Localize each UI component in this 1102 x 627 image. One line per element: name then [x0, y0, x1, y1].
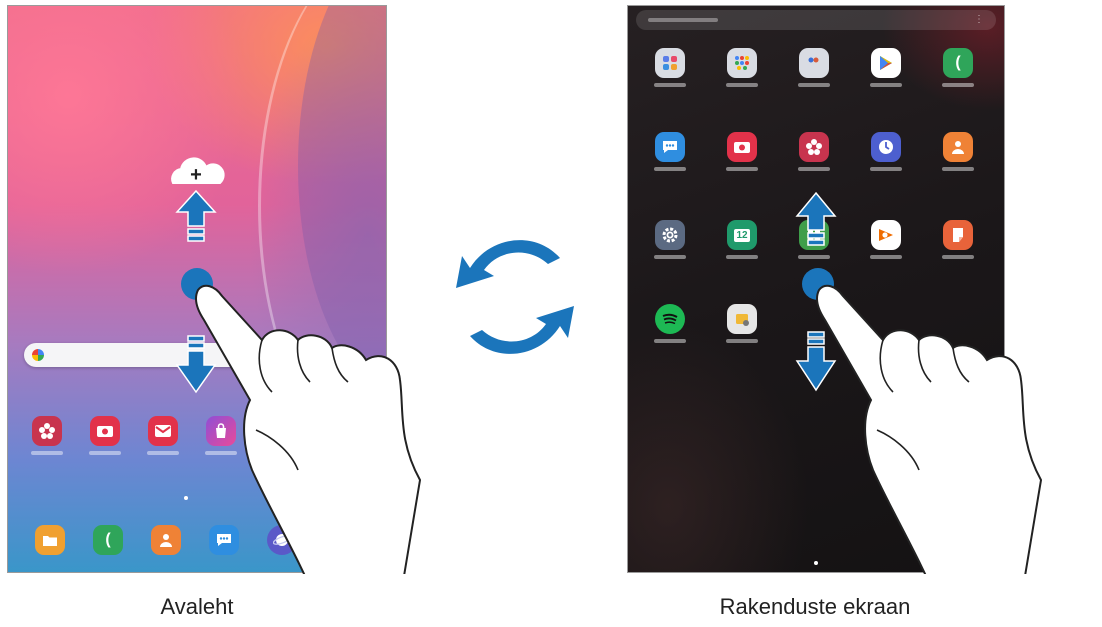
apps-swipe-up-arrow-icon: [795, 191, 837, 246]
swipe-down-arrow-icon: [175, 335, 217, 394]
apps-swipe-down-arrow-icon: [795, 331, 837, 392]
home-screen-caption: Avaleht: [160, 594, 234, 619]
add-to-cloud-icon: +: [171, 157, 225, 186]
swipe-up-arrow-icon: [175, 189, 217, 242]
gesture-overlay: +: [171, 157, 1043, 612]
hand-gesture-icon: [195, 284, 422, 612]
apps-screen-caption: Rakenduste ekraan: [719, 594, 911, 619]
plus-symbol: +: [190, 164, 202, 186]
apps-hand-gesture-icon: [816, 284, 1043, 612]
switch-screens-arrows-icon: [456, 240, 574, 354]
